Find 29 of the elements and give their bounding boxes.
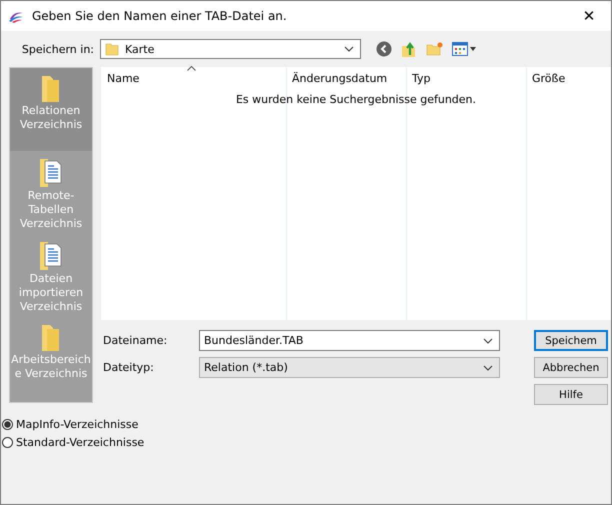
- column-header[interactable]: Name: [101, 72, 286, 84]
- chevron-down-icon: [344, 46, 354, 52]
- folder-document-icon: [39, 157, 63, 189]
- dialog-button[interactable]: Hilfe: [534, 384, 608, 405]
- chevron-down-icon: [483, 338, 493, 344]
- column-header[interactable]: Größe: [526, 72, 611, 84]
- radio-button[interactable]: [2, 437, 13, 448]
- folder-icon: [41, 74, 61, 104]
- folder-document-icon: [39, 240, 63, 272]
- save-in-label: Speichern in:: [20, 42, 95, 56]
- folder-up-icon[interactable]: [401, 40, 417, 58]
- folder-icon: [105, 42, 119, 56]
- filetype-label: Dateityp:: [103, 361, 155, 374]
- view-menu-icon[interactable]: [452, 42, 476, 56]
- radio-button[interactable]: [2, 419, 13, 430]
- filename-label: Dateiname:: [103, 334, 168, 347]
- folder-icon: [41, 323, 61, 353]
- filename-field[interactable]: Bundesländer.TAB: [199, 330, 500, 351]
- empty-message: Es wurden keine Suchergebnisse gefunden.: [234, 93, 478, 106]
- sort-caret-icon: [187, 66, 196, 71]
- chevron-down-icon: [483, 364, 493, 370]
- window-title: Geben Sie den Namen einer TAB-Datei an.: [32, 9, 288, 23]
- column-header[interactable]: Typ: [406, 72, 526, 84]
- dialog-button[interactable]: Speichem: [534, 330, 608, 351]
- column-header[interactable]: Änderungsdatum: [286, 72, 406, 84]
- dialog-button[interactable]: Abbrechen: [534, 357, 608, 378]
- filetype-dropdown[interactable]: Relation (*.tab): [199, 357, 500, 378]
- location-dropdown[interactable]: Karte: [100, 39, 361, 59]
- close-button[interactable]: ✕: [567, 1, 611, 31]
